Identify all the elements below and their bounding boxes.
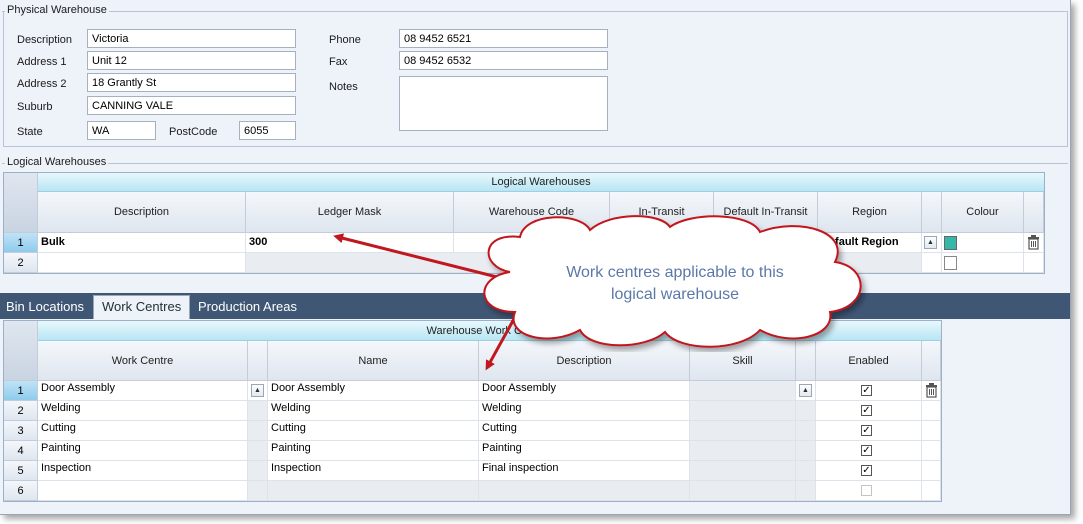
callout-line-1: Work centres applicable to this	[566, 264, 784, 281]
window-frame: Physical Warehouse Description Victoria …	[0, 0, 1071, 515]
callout-line-2: logical warehouse	[610, 286, 740, 303]
callout-text: Work centres applicable to this logical …	[520, 262, 830, 306]
